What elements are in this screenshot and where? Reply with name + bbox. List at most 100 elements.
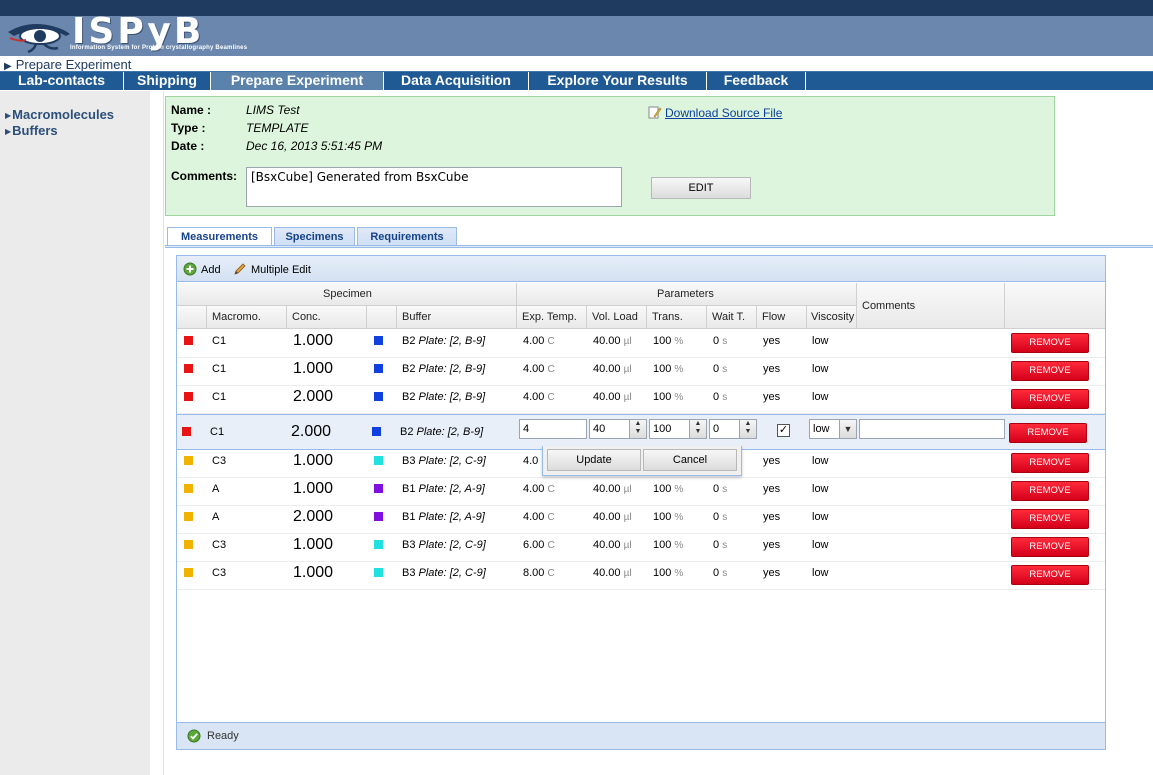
wait-unit: s — [722, 392, 728, 403]
table-row[interactable]: A 2.000 B1 Plate: [2, A-9] 4.00 C 40.00 µl 10… — [177, 506, 1105, 534]
flow-column-header[interactable]: Flow — [757, 306, 807, 329]
vol-load-cell: 40.00 µl — [593, 534, 632, 561]
remove-button[interactable]: REMOVE — [1009, 423, 1087, 443]
remove-button[interactable]: REMOVE — [1011, 481, 1089, 501]
wait-unit: s — [722, 568, 728, 579]
trans-input[interactable]: 100 ▲ ▼ — [649, 419, 707, 439]
exp-temp-column-header[interactable]: Exp. Temp. — [517, 306, 587, 329]
table-row[interactable]: C1 1.000 B2 Plate: [2, B-9] 4.00 C 40.00 µl 1… — [177, 330, 1105, 358]
nav-feedback[interactable]: Feedback — [707, 72, 806, 90]
macromo-column-header[interactable]: Macromo. — [207, 306, 287, 329]
spinner-arrows-icon[interactable]: ▲ ▼ — [689, 420, 706, 438]
sidebar-item-buffers[interactable]: ▶Buffers — [5, 123, 58, 138]
comments-column-header[interactable]: Comments — [857, 283, 1005, 329]
sidebar: ▶Macromolecules ▶Buffers — [0, 91, 150, 775]
conc-column-header[interactable]: Conc. — [287, 306, 367, 329]
wait-value: 0 — [713, 511, 720, 523]
tab-measurements[interactable]: Measurements — [167, 227, 272, 247]
vol-load-cell: 40.00 µl — [593, 358, 632, 385]
flow-header-label: Flow — [762, 311, 786, 323]
flow-checkbox[interactable]: ✓ — [777, 424, 790, 437]
edit-button[interactable]: EDIT — [651, 177, 751, 199]
sidebar-item-macromolecules[interactable]: ▶Macromolecules — [5, 107, 114, 122]
macromo-cell: C1 — [212, 363, 227, 375]
trans-cell: 100 % — [653, 562, 683, 589]
nav-lab-contacts[interactable]: Lab-contacts — [0, 72, 124, 90]
exp-temp-cell: 6.00 C — [523, 534, 555, 561]
vol-load-value: 40.00 — [593, 363, 621, 375]
table-row[interactable]: C3 1.000 B3 Plate: [2, C-9] 8.00 C 40.00 µl 1… — [177, 562, 1105, 590]
vol-load-cell: 40.00 µl — [593, 478, 632, 505]
viscosity-select[interactable]: low ▼ — [809, 419, 857, 439]
temp-unit: C — [547, 484, 555, 495]
table-row[interactable]: C1 1.000 B2 Plate: [2, B-9] 4.00 C 40.00 µl 1… — [177, 358, 1105, 386]
remove-button[interactable]: REMOVE — [1011, 333, 1089, 353]
trans-unit: % — [674, 364, 684, 375]
nav-prepare-experiment[interactable]: Prepare Experiment — [211, 72, 384, 90]
remove-button[interactable]: REMOVE — [1011, 565, 1089, 585]
trans-value: 100 — [653, 335, 672, 347]
exp-temp-cell: 8.00 C — [523, 562, 555, 589]
type-value: TEMPLATE — [246, 121, 309, 135]
buffer-cell: B2 Plate: [2, B-9] — [400, 421, 483, 448]
buffer-color-swatch — [374, 540, 383, 549]
vol-unit: µl — [623, 540, 632, 551]
trans-value: 100 — [653, 511, 672, 523]
remove-button[interactable]: REMOVE — [1011, 389, 1089, 409]
viscosity-cell: low — [812, 511, 829, 523]
wait-unit: s — [722, 484, 728, 495]
exp-temp-value: 4.00 — [523, 391, 545, 403]
trans-column-header[interactable]: Trans. — [647, 306, 707, 329]
trans-value: 100 — [653, 567, 672, 579]
update-button[interactable]: Update — [547, 449, 641, 471]
vol-load-column-header[interactable]: Vol. Load — [587, 306, 647, 329]
viscosity-cell: low — [812, 567, 829, 579]
conc-cell: 1.000 — [293, 536, 334, 553]
nav-shipping[interactable]: Shipping — [124, 72, 211, 90]
vol-unit: µl — [623, 392, 632, 403]
flow-cell: yes — [763, 391, 781, 403]
nav-data-acquisition[interactable]: Data Acquisition — [384, 72, 529, 90]
exp-temp-cell: 4.00 C — [523, 386, 555, 413]
date-value: Dec 16, 2013 5:51:45 PM — [246, 139, 383, 153]
wait-cell: 0 s — [713, 506, 727, 533]
table-row-editing[interactable]: C1 2.000 B2 Plate: [2, B-9] 4 40 ▲ ▼ 100 ▲ ▼ 0 ▲ ▼ ✓ l… — [177, 414, 1105, 450]
buffer-cell: B2 Plate: [2, B-9] — [402, 330, 485, 357]
viscosity-cell: low — [812, 391, 829, 403]
table-row[interactable]: C1 2.000 B2 Plate: [2, B-9] 4.00 C 40.00 µl 1… — [177, 386, 1105, 414]
multiple-edit-button[interactable]: Multiple Edit — [233, 262, 311, 276]
spinner-arrows-icon[interactable]: ▲ ▼ — [739, 420, 756, 438]
buffer-cell: B2 Plate: [2, B-9] — [402, 386, 485, 413]
tab-specimens[interactable]: Specimens — [274, 227, 355, 247]
conc-cell: 1.000 — [293, 564, 334, 581]
document-edit-icon — [648, 106, 662, 119]
nav-explore-results[interactable]: Explore Your Results — [529, 72, 707, 90]
download-source-link[interactable]: Download Source File — [648, 106, 782, 120]
remove-button[interactable]: REMOVE — [1011, 453, 1089, 473]
trans-cell: 100 % — [653, 358, 683, 385]
wait-column-header[interactable]: Wait T. — [707, 306, 757, 329]
cancel-button[interactable]: Cancel — [643, 449, 737, 471]
wait-input[interactable]: 0 ▲ ▼ — [709, 419, 757, 439]
macromo-cell: C1 — [212, 391, 227, 403]
exp-temp-cell: 4.00 C — [523, 358, 555, 385]
table-row[interactable]: C3 1.000 B3 Plate: [2, C-9] 6.00 C 40.00 µl 1… — [177, 534, 1105, 562]
add-button[interactable]: Add — [183, 262, 221, 276]
table-row[interactable]: A 1.000 B1 Plate: [2, A-9] 4.00 C 40.00 µl 10… — [177, 478, 1105, 506]
spinner-arrows-icon[interactable]: ▲ ▼ — [629, 420, 646, 438]
vol-load-input[interactable]: 40 ▲ ▼ — [589, 419, 647, 439]
exp-temp-cell: 4.00 C — [523, 506, 555, 533]
viscosity-column-header[interactable]: Viscosity — [807, 306, 857, 329]
comments-input[interactable] — [859, 419, 1005, 439]
chevron-down-icon[interactable]: ▼ — [839, 420, 856, 438]
buffer-plate: Plate: [2, B-9] — [416, 426, 484, 438]
tab-requirements[interactable]: Requirements — [357, 227, 457, 247]
remove-button[interactable]: REMOVE — [1011, 537, 1089, 557]
comments-textarea[interactable]: [BsxCube] Generated from BsxCube — [246, 167, 622, 207]
remove-button[interactable]: REMOVE — [1011, 361, 1089, 381]
remove-button[interactable]: REMOVE — [1011, 509, 1089, 529]
exp-temp-value: 4.00 — [523, 363, 545, 375]
exp-temp-input[interactable]: 4 — [519, 419, 587, 439]
buffer-column-header[interactable]: Buffer — [397, 306, 517, 329]
buffer-plate: Plate: [2, B-9] — [418, 335, 486, 347]
